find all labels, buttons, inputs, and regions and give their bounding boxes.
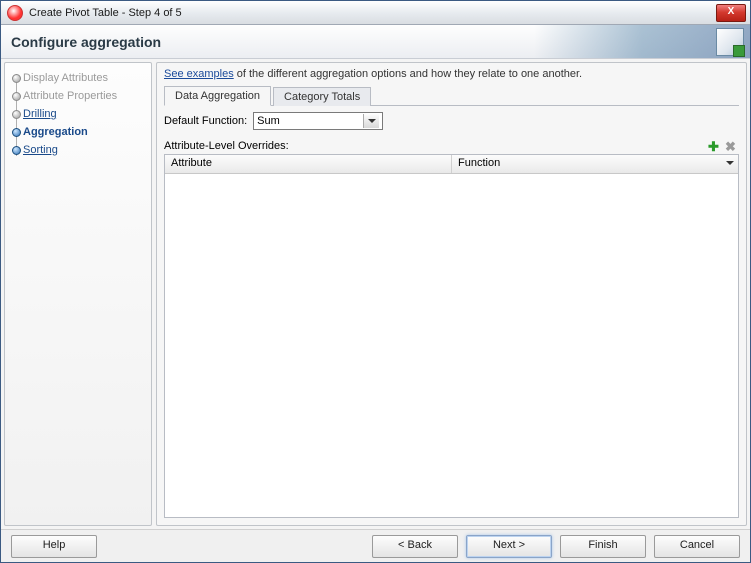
table-body-empty: [165, 174, 738, 517]
tab-bar: Data Aggregation Category Totals: [164, 83, 739, 106]
tab-content: Default Function: Sum Attribute-Level Ov…: [164, 106, 739, 518]
cancel-button[interactable]: Cancel: [654, 535, 740, 558]
dialog-window: Create Pivot Table - Step 4 of 5 X Confi…: [0, 0, 751, 563]
overrides-label: Attribute-Level Overrides:: [164, 140, 707, 152]
hint-text: See examples of the different aggregatio…: [164, 68, 739, 80]
sidebar-item-label: Aggregation: [23, 126, 88, 138]
tab-data-aggregation[interactable]: Data Aggregation: [164, 86, 271, 106]
default-function-row: Default Function: Sum: [164, 112, 739, 130]
title-bar: Create Pivot Table - Step 4 of 5 X: [1, 1, 750, 25]
pivot-table-icon: [716, 28, 744, 56]
step-dot-icon: [12, 128, 21, 137]
step-dot-icon: [12, 74, 21, 83]
step-dot-icon: [12, 110, 21, 119]
column-header-attribute[interactable]: Attribute: [165, 155, 452, 173]
chevron-down-icon: [726, 161, 734, 165]
dropdown-button[interactable]: [363, 114, 379, 128]
sidebar-item-label: Sorting: [23, 144, 58, 156]
tab-category-totals[interactable]: Category Totals: [273, 87, 371, 106]
column-header-function-label: Function: [458, 157, 500, 169]
overrides-table: Attribute Function: [164, 154, 739, 518]
finish-button[interactable]: Finish: [560, 535, 646, 558]
see-examples-link[interactable]: See examples: [164, 68, 234, 80]
sidebar-item-label: Attribute Properties: [23, 90, 117, 102]
add-override-button[interactable]: ✚: [707, 140, 720, 153]
header-bar: Configure aggregation: [1, 25, 750, 59]
header-decoration: [534, 25, 750, 58]
delete-override-button: ✖: [724, 140, 737, 153]
sidebar-item-aggregation: Aggregation: [9, 123, 149, 141]
app-icon: [7, 5, 23, 21]
back-button[interactable]: < Back: [372, 535, 458, 558]
sidebar-item-drilling[interactable]: Drilling: [9, 105, 149, 123]
sidebar-item-label: Drilling: [23, 108, 57, 120]
help-button[interactable]: Help: [11, 535, 97, 558]
content-panel: See examples of the different aggregatio…: [156, 62, 747, 526]
table-header: Attribute Function: [165, 155, 738, 174]
close-button[interactable]: X: [716, 4, 746, 22]
hint-rest: of the different aggregation options and…: [234, 68, 582, 80]
default-function-label: Default Function:: [164, 115, 247, 127]
content-area: See examples of the different aggregatio…: [156, 62, 747, 526]
sidebar-item-label: Display Attributes: [23, 72, 108, 84]
window-title: Create Pivot Table - Step 4 of 5: [29, 7, 716, 19]
column-header-function[interactable]: Function: [452, 155, 738, 173]
default-function-select[interactable]: Sum: [253, 112, 383, 130]
chevron-down-icon: [368, 119, 376, 123]
sidebar-item-sorting[interactable]: Sorting: [9, 141, 149, 159]
sidebar-item-display-attributes: Display Attributes: [9, 69, 149, 87]
next-button[interactable]: Next >: [466, 535, 552, 558]
dialog-body: Display Attributes Attribute Properties …: [1, 59, 750, 529]
wizard-steps-sidebar: Display Attributes Attribute Properties …: [4, 62, 152, 526]
default-function-value: Sum: [257, 115, 363, 127]
sidebar-item-attribute-properties: Attribute Properties: [9, 87, 149, 105]
overrides-toolbar: ✚ ✖: [707, 138, 739, 154]
step-dot-icon: [12, 92, 21, 101]
step-dot-icon: [12, 146, 21, 155]
button-bar: Help < Back Next > Finish Cancel: [1, 529, 750, 562]
page-title: Configure aggregation: [11, 34, 161, 50]
